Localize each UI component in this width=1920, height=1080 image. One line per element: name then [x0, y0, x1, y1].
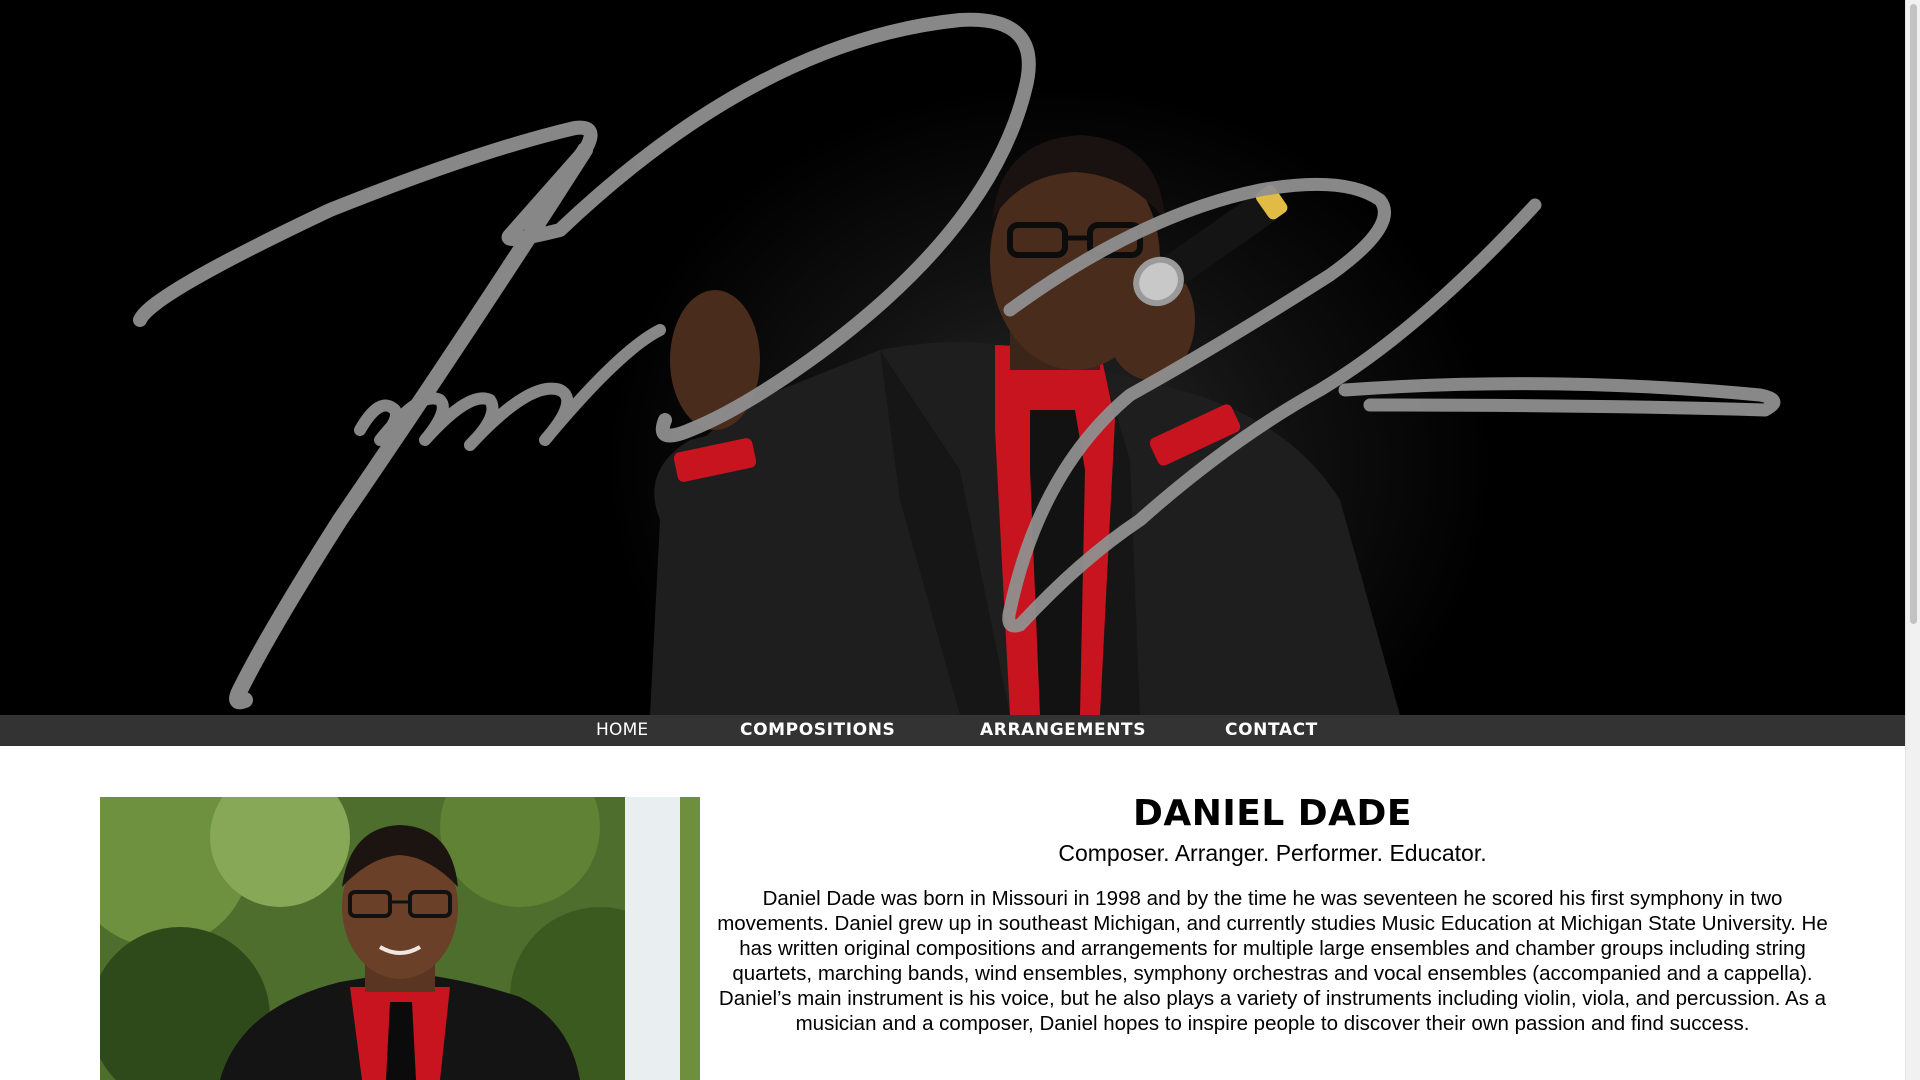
nav-arrangements[interactable]: ARRANGEMENTS — [980, 715, 1146, 746]
bio-text: Daniel Dade was born in Missouri in 1998… — [717, 887, 1828, 1035]
page-scrollbar[interactable] — [1905, 0, 1920, 1080]
nav-contact[interactable]: CONTACT — [1225, 715, 1318, 746]
hero-banner — [0, 0, 1905, 715]
nav-home[interactable]: HOME — [596, 715, 648, 746]
bio-section: DANIEL DADE Composer. Arranger. Performe… — [715, 792, 1830, 1036]
main-nav: HOME COMPOSITIONS ARRANGEMENTS CONTACT — [0, 715, 1905, 746]
portrait-tie — [386, 1002, 416, 1080]
bio-tagline: Composer. Arranger. Performer. Educator. — [1058, 840, 1487, 866]
portrait-pillar — [625, 797, 680, 1080]
nav-compositions[interactable]: COMPOSITIONS — [740, 715, 895, 746]
bio-name: DANIEL DADE — [1132, 793, 1413, 834]
scrollbar-thumb[interactable] — [1910, 4, 1917, 624]
portrait-photo — [100, 797, 700, 1080]
page: HOME COMPOSITIONS ARRANGEMENTS CONTACT D… — [0, 0, 1920, 1080]
hero-photo-performer — [133, 12, 1781, 715]
